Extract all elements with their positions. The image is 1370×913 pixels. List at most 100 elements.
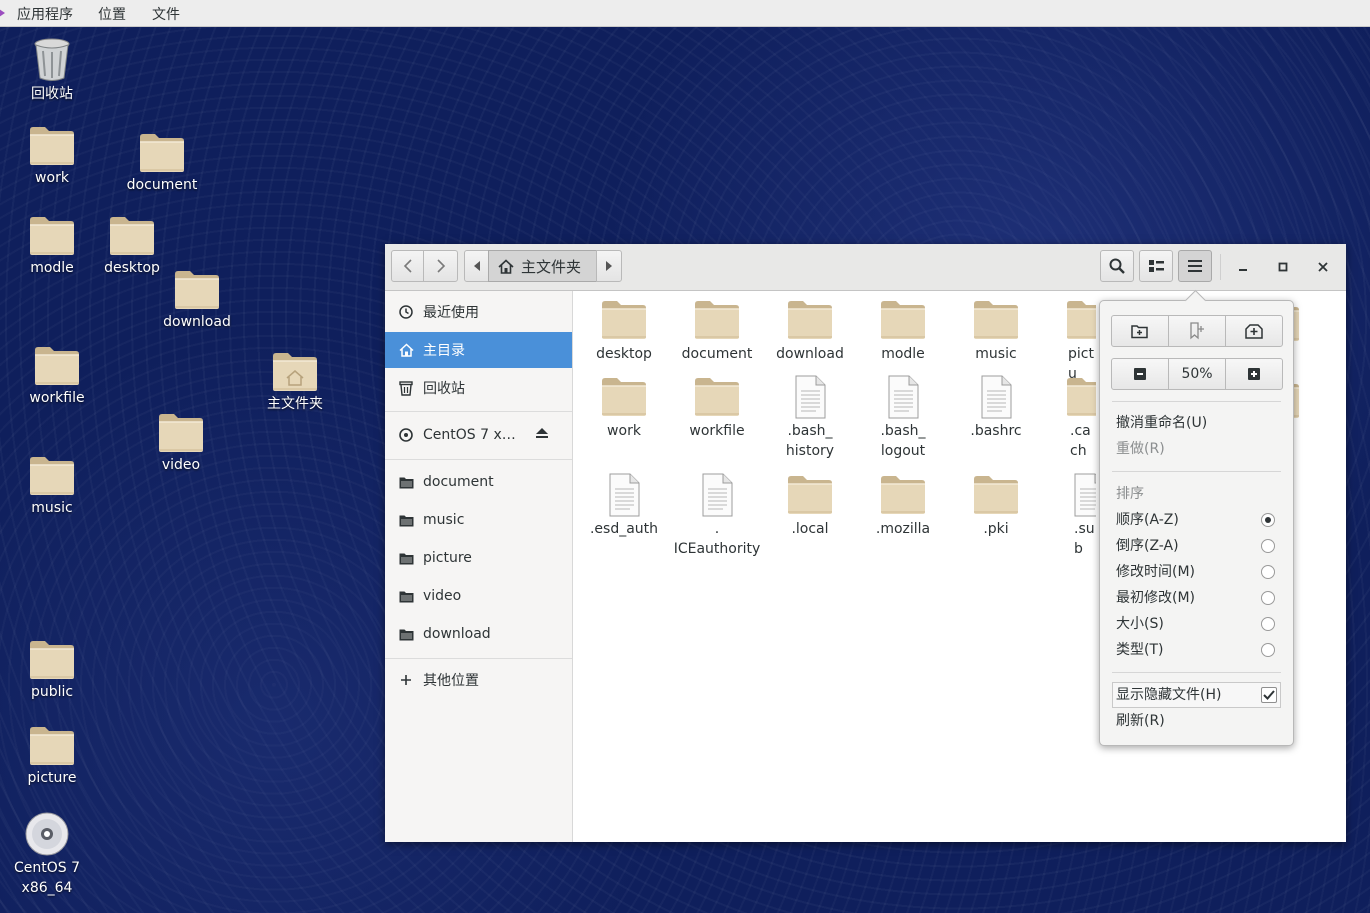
folder-icon <box>398 474 414 490</box>
bookmark-add-icon <box>1190 322 1204 340</box>
sidebar-item-document[interactable]: document <box>385 464 572 500</box>
sort-a-z-item[interactable]: 顺序(A-Z) <box>1116 510 1179 530</box>
file-item-work[interactable]: work <box>578 375 670 441</box>
desktop-icon-trash[interactable]: 回收站 <box>7 36 97 104</box>
file-item-local[interactable]: .local <box>764 473 856 539</box>
sort-first-modified-item[interactable]: 最初修改(M) <box>1116 588 1195 608</box>
text-file-icon <box>795 375 826 419</box>
file-item-esd-auth[interactable]: .esd_auth <box>578 473 670 539</box>
text-file-icon <box>981 375 1012 419</box>
files-menu[interactable]: 文件 <box>152 4 180 24</box>
checkmark-icon <box>1263 690 1275 700</box>
file-label: document <box>681 346 753 362</box>
sort-first-modified-radio[interactable] <box>1261 591 1275 605</box>
desktop-icon-picture[interactable]: picture <box>7 724 97 788</box>
sort-type-radio[interactable] <box>1261 643 1275 657</box>
desktop-icon-work[interactable]: work <box>7 124 97 188</box>
back-button[interactable] <box>391 250 424 282</box>
sort-modified-radio[interactable] <box>1261 565 1275 579</box>
file-item-modle[interactable]: modle <box>857 298 949 364</box>
sidebar-item-other-locations[interactable]: 其他位置 <box>385 662 572 698</box>
sidebar-item-video[interactable]: video <box>385 578 572 614</box>
desktop-icon-label: music <box>31 500 73 516</box>
disc-icon <box>398 427 414 443</box>
file-item-pki[interactable]: .pki <box>950 473 1042 539</box>
forward-button[interactable] <box>423 250 458 282</box>
file-item-bashrc[interactable]: .bashrc <box>950 375 1042 441</box>
bookmark-button[interactable] <box>1168 315 1226 347</box>
sort-type-item[interactable]: 类型(T) <box>1116 640 1163 660</box>
path-label: 主文件夹 <box>521 257 582 276</box>
sidebar-item-label: 回收站 <box>423 381 465 397</box>
view-mode-button[interactable] <box>1139 250 1173 282</box>
desktop-icon-home[interactable]: 主文件夹 <box>250 350 340 414</box>
sidebar-item-picture[interactable]: picture <box>385 540 572 576</box>
file-item-document[interactable]: document <box>671 298 763 364</box>
file-item-bash-logout[interactable]: .bash_ logout <box>857 375 949 461</box>
file-item-cache[interactable]: .cach <box>1044 375 1096 461</box>
sidebar-item-trash[interactable]: 回收站 <box>385 370 572 406</box>
file-item-desktop[interactable]: desktop <box>578 298 670 364</box>
search-icon <box>1109 258 1125 274</box>
desktop-icon-document[interactable]: document <box>117 131 207 195</box>
sidebar-item-home[interactable]: 主目录 <box>385 332 572 368</box>
disc-icon <box>25 812 69 856</box>
sidebar-item-label: 最近使用 <box>423 305 479 321</box>
path-home-button[interactable]: 主文件夹 <box>488 250 597 282</box>
sidebar-item-label: video <box>423 588 462 604</box>
minimize-button[interactable] <box>1228 252 1258 282</box>
zoom-reset-button[interactable]: 50% <box>1168 358 1226 390</box>
folder-icon <box>29 216 75 256</box>
sidebar-separator <box>385 411 572 412</box>
file-item-music[interactable]: music <box>950 298 1042 364</box>
applications-menu[interactable]: 应用程序 <box>17 4 73 24</box>
sort-z-a-item[interactable]: 倒序(Z-A) <box>1116 536 1179 556</box>
path-scroll-left-button[interactable] <box>464 250 489 282</box>
sort-z-a-radio[interactable] <box>1261 539 1275 553</box>
sidebar-item-centos-device[interactable]: CentOS 7 x… <box>385 417 572 453</box>
file-label: .pki <box>983 521 1009 537</box>
menu-button[interactable] <box>1178 250 1212 282</box>
zoom-out-button[interactable] <box>1111 358 1169 390</box>
file-item-download[interactable]: download <box>764 298 856 364</box>
desktop-icon-centos-disc[interactable]: CentOS 7 x86_64 <box>2 812 92 898</box>
maximize-button[interactable] <box>1268 252 1298 282</box>
show-hidden-checkbox[interactable] <box>1261 687 1277 703</box>
desktop-icon-workfile[interactable]: workfile <box>12 344 102 408</box>
show-hidden-item[interactable]: 显示隐藏文件(H) <box>1116 685 1221 705</box>
close-button[interactable] <box>1308 252 1338 282</box>
desktop-icon-music[interactable]: music <box>7 454 97 518</box>
desktop-icon-label: document <box>126 177 198 193</box>
eject-icon[interactable] <box>535 427 549 443</box>
plus-icon <box>398 672 414 688</box>
file-item-iceauthority[interactable]: . ICEauthority <box>671 473 763 559</box>
places-menu[interactable]: 位置 <box>98 4 126 24</box>
undo-rename-item[interactable]: 撤消重命名(U) <box>1116 413 1207 433</box>
desktop-icon-public[interactable]: public <box>7 638 97 702</box>
desktop-icon-label: 主文件夹 <box>267 396 323 412</box>
zoom-in-button[interactable] <box>1225 358 1283 390</box>
desktop-icon-video[interactable]: video <box>136 411 226 475</box>
sidebar-item-recent[interactable]: 最近使用 <box>385 294 572 330</box>
sort-modified-item[interactable]: 修改时间(M) <box>1116 562 1195 582</box>
desktop-icon-download[interactable]: download <box>152 268 242 332</box>
file-item-workfile[interactable]: workfile <box>671 375 763 441</box>
file-item-sub[interactable]: .sub <box>1044 473 1096 559</box>
sidebar-item-download[interactable]: download <box>385 616 572 652</box>
search-button[interactable] <box>1100 250 1134 282</box>
sort-heading: 排序 <box>1116 486 1144 502</box>
file-item-bash-history[interactable]: .bash_ history <box>764 375 856 461</box>
path-scroll-right-button[interactable] <box>596 250 622 282</box>
sort-size-item[interactable]: 大小(S) <box>1116 614 1164 634</box>
new-folder-button[interactable] <box>1111 315 1169 347</box>
file-item-mozilla[interactable]: .mozilla <box>857 473 949 539</box>
sort-size-radio[interactable] <box>1261 617 1275 631</box>
sort-a-z-radio[interactable] <box>1261 513 1275 527</box>
refresh-item[interactable]: 刷新(R) <box>1116 711 1165 731</box>
sidebar-item-music[interactable]: music <box>385 502 572 538</box>
new-tab-button[interactable] <box>1225 315 1283 347</box>
folder-icon <box>174 270 220 310</box>
desktop-icon-label: work <box>35 170 69 186</box>
file-item-picture[interactable]: pictu <box>1044 298 1096 384</box>
desktop-icon-modle[interactable]: modle <box>7 214 97 278</box>
